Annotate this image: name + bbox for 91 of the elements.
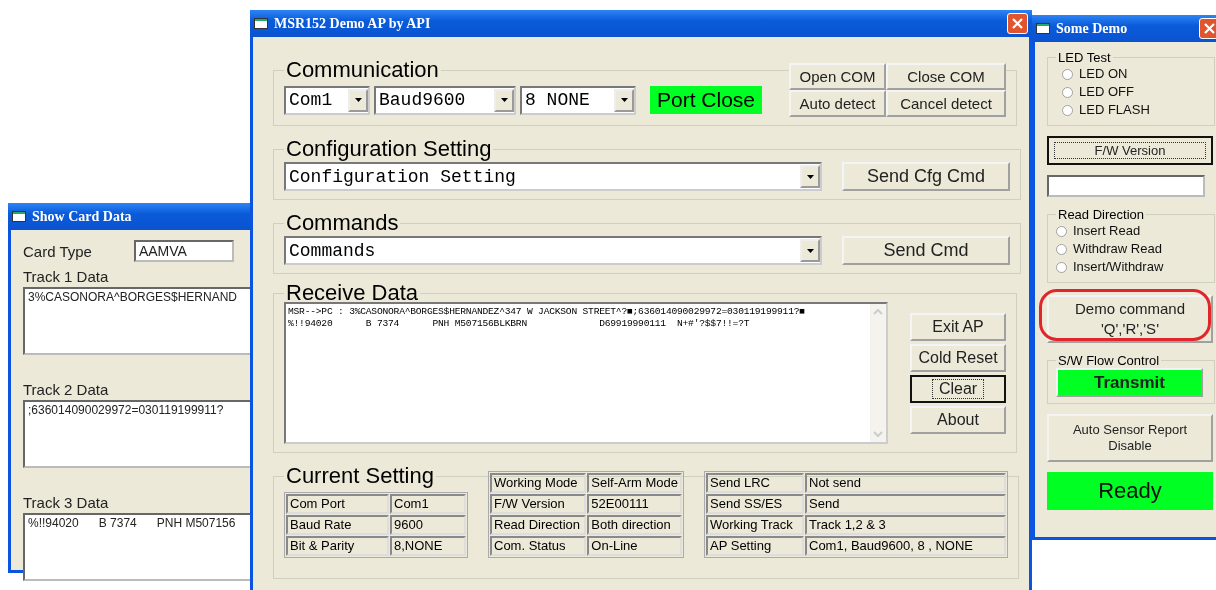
radio-label: Insert/Withdraw bbox=[1073, 258, 1164, 276]
dropdown-arrow-icon bbox=[806, 174, 814, 179]
setting-label: Baud Rate bbox=[286, 515, 389, 535]
setting-label: Send SS/ES bbox=[706, 494, 804, 514]
radio-label: LED OFF bbox=[1079, 83, 1134, 101]
close-icon bbox=[1012, 18, 1023, 29]
setting-value: Com1, Baud9600, 8 , NONE bbox=[805, 536, 1006, 556]
radio-button[interactable] bbox=[1062, 68, 1073, 80]
track-data-field[interactable]: %!!94020 B 7374 PNH M507156 bbox=[23, 513, 250, 581]
setting-label: AP Setting bbox=[706, 536, 804, 556]
port-select[interactable]: Com1 bbox=[284, 85, 370, 115]
track-label: Track 1 Data bbox=[23, 268, 110, 285]
dropdown-arrow-icon bbox=[620, 98, 628, 102]
sensor-report-button[interactable]: Auto Sensor Report Disable bbox=[1047, 414, 1213, 462]
group-title: Commands bbox=[285, 210, 400, 236]
command-button[interactable]: Open COM bbox=[789, 63, 886, 90]
setting-value: 9600 bbox=[390, 515, 466, 535]
dropdown-arrow-icon bbox=[500, 98, 508, 102]
group-title: LED Test bbox=[1057, 50, 1112, 65]
action-button[interactable]: Clear bbox=[910, 374, 1006, 403]
setting-label: Working Mode bbox=[490, 473, 587, 493]
send-config-button[interactable]: Send Cfg Cmd bbox=[842, 162, 1010, 191]
close-button[interactable] bbox=[1199, 18, 1216, 39]
firmware-version-button[interactable]: F/W Version bbox=[1047, 136, 1213, 165]
action-button[interactable]: Cold Reset bbox=[910, 343, 1006, 372]
radio-button[interactable] bbox=[1062, 104, 1073, 116]
radio-button[interactable] bbox=[1056, 243, 1067, 255]
radio-label: Withdraw Read bbox=[1073, 240, 1162, 258]
setting-label: Working Track bbox=[706, 515, 804, 535]
port-status: Port Close bbox=[650, 86, 763, 114]
track-label: Track 2 Data bbox=[23, 381, 110, 398]
radio-button[interactable] bbox=[1062, 86, 1073, 98]
group-title: Current Setting bbox=[285, 463, 435, 489]
action-button[interactable]: Exit AP bbox=[910, 312, 1006, 341]
group-title: Receive Data bbox=[285, 284, 420, 302]
setting-value: Com1 bbox=[390, 494, 466, 514]
action-button[interactable]: About bbox=[910, 405, 1006, 434]
command-button[interactable]: Auto detect bbox=[789, 90, 886, 117]
setting-value: Send bbox=[805, 494, 1006, 514]
group-title: S/W Flow Control bbox=[1057, 353, 1161, 368]
window-icon bbox=[254, 18, 268, 29]
setting-value: Not send bbox=[805, 473, 1006, 493]
baud-select[interactable]: Baud9600 bbox=[374, 85, 516, 115]
radio-button[interactable] bbox=[1056, 225, 1067, 237]
track-label: Track 3 Data bbox=[23, 494, 110, 511]
window-icon bbox=[12, 211, 26, 222]
setting-label: Bit & Parity bbox=[286, 536, 389, 556]
setting-value: Track 1,2 & 3 bbox=[805, 515, 1006, 535]
track-data-field[interactable]: ;636014090029972=030119199911? bbox=[23, 400, 250, 468]
scroll-bar[interactable] bbox=[870, 304, 886, 442]
dropdown-arrow-icon bbox=[354, 98, 362, 102]
window-title: MSR152 Demo AP by API bbox=[274, 15, 432, 32]
setting-value: Self-Arm Mode bbox=[587, 473, 682, 493]
group-title: Configuration Setting bbox=[285, 136, 493, 162]
card-type-field[interactable]: AAMVA bbox=[133, 240, 234, 262]
setting-value: On-Line bbox=[587, 536, 682, 556]
version-field[interactable] bbox=[1047, 175, 1205, 197]
radio-button[interactable] bbox=[1056, 261, 1067, 273]
setting-label: Com. Status bbox=[490, 536, 587, 556]
card-type-label: Card Type bbox=[23, 242, 92, 260]
setting-label: Com Port bbox=[286, 494, 389, 514]
status-indicator: Ready bbox=[1047, 472, 1213, 510]
radio-label: LED FLASH bbox=[1079, 101, 1150, 119]
setting-value: 52E00111 bbox=[587, 494, 682, 514]
setting-label: Read Direction bbox=[490, 515, 587, 535]
setting-label: F/W Version bbox=[490, 494, 587, 514]
setting-label: Send LRC bbox=[706, 473, 804, 493]
close-icon bbox=[1204, 23, 1215, 34]
command-button[interactable]: Cancel detect bbox=[886, 90, 1006, 117]
setting-value: 8,NONE bbox=[390, 536, 466, 556]
commands-select[interactable]: Commands bbox=[284, 236, 822, 265]
data-line: MSR-->PC : 3%CASONORA^BORGES$HERNANDEZ^347 W JACKSON STREET^?■;636014090029972=030119199911?■ bbox=[288, 306, 806, 318]
setting-value: Both direction bbox=[587, 515, 682, 535]
close-button[interactable] bbox=[1007, 13, 1028, 34]
radio-label: LED ON bbox=[1079, 65, 1128, 83]
group-title: Read Direction bbox=[1057, 207, 1145, 222]
track-data-field[interactable]: 3%CASONORA^BORGES$HERNAND bbox=[23, 287, 250, 355]
dropdown-arrow-icon bbox=[806, 248, 814, 253]
parity-select[interactable]: 8 NONE bbox=[520, 85, 636, 115]
group-title: Communication bbox=[285, 57, 440, 83]
radio-label: Insert Read bbox=[1073, 222, 1141, 240]
demo-command-button[interactable]: Demo command 'Q','R','S' bbox=[1047, 295, 1213, 343]
data-line: %!!94020 B 7374 PNH M507156BLKBRN D69919990111 N+#'?$$7!!=?T bbox=[288, 318, 751, 330]
command-button[interactable]: Close COM bbox=[886, 63, 1006, 90]
send-command-button[interactable]: Send Cmd bbox=[842, 236, 1010, 265]
window-icon bbox=[1036, 23, 1050, 34]
window-title: Show Card Data bbox=[32, 208, 133, 225]
transmit-button[interactable]: Transmit bbox=[1056, 368, 1203, 397]
configuration-select[interactable]: Configuration Setting bbox=[284, 162, 822, 191]
receive-data-field[interactable]: MSR-->PC : 3%CASONORA^BORGES$HERNANDEZ^347 W JACKSON STREET^?■;636014090029972=030119199911?■ %!!94020 B 7374 PNH M507156BLKBRN D69919990111 N+#'?$$7!!=?T bbox=[284, 302, 888, 444]
window-title: Some Demo bbox=[1056, 20, 1129, 37]
